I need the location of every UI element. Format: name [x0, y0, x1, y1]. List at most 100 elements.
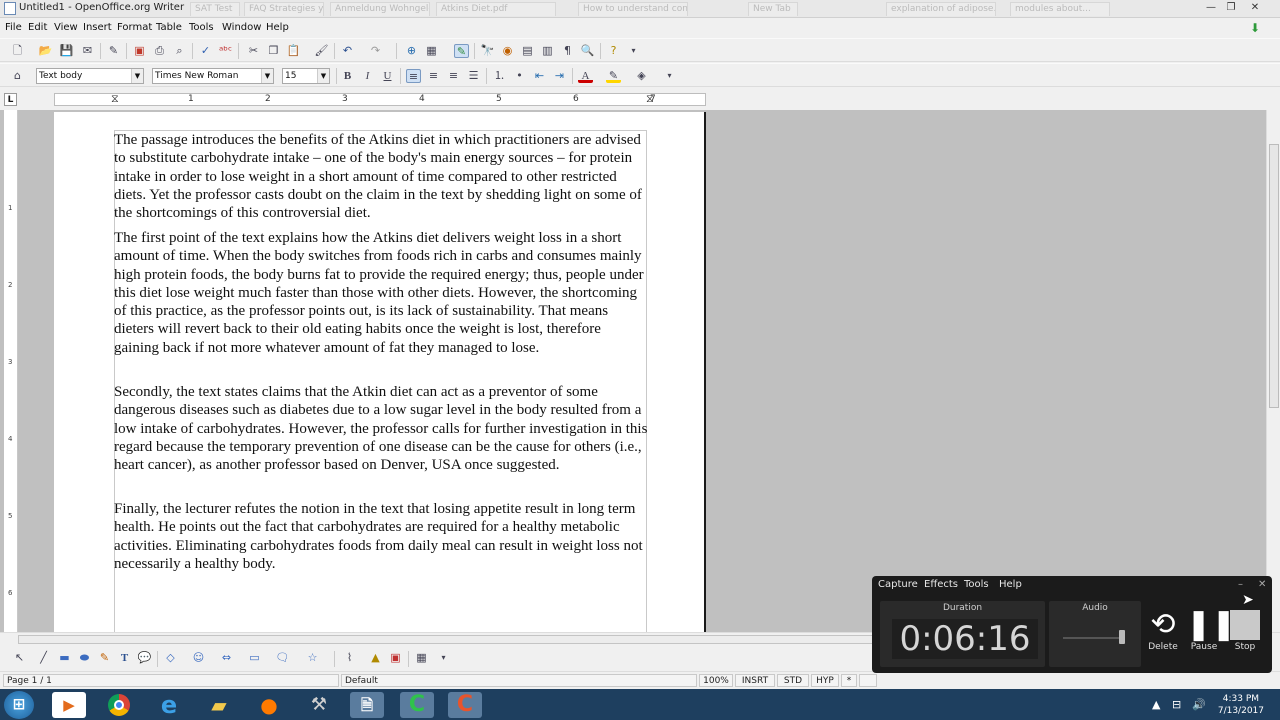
pause-button[interactable]: ❚❚ Pause [1186, 608, 1236, 653]
background-tab[interactable]: Anmeldung Wohngeld... [330, 2, 430, 16]
line-icon[interactable]: ╱ [36, 651, 51, 665]
toolbar-options-icon[interactable]: ▾ [662, 69, 677, 83]
background-tab[interactable]: New Tab [748, 2, 798, 16]
background-tab[interactable]: FAQ Strategies year in... [244, 2, 324, 16]
paragraph-1[interactable]: The passage introduces the benefits of t… [114, 131, 648, 222]
menu-tools[interactable]: Tools [189, 22, 214, 33]
hyphenation-indicator[interactable]: HYP [811, 674, 839, 687]
highlighting-icon[interactable]: ✎ [606, 69, 621, 83]
basic-shapes-icon[interactable]: ◇ [163, 651, 178, 665]
open-folder-icon[interactable]: 📂 [38, 44, 53, 58]
align-center-icon[interactable]: ≡ [426, 69, 441, 83]
autospellcheck-icon[interactable]: ᵃᵇᶜ [218, 44, 233, 58]
freeform-icon[interactable]: ✎ [97, 651, 112, 665]
toolbar-options-icon[interactable]: ▾ [436, 651, 451, 665]
background-tab[interactable]: How to understand conn... [578, 2, 688, 16]
edit-file-icon[interactable]: ✎ [106, 44, 121, 58]
document-page[interactable]: The passage introduces the benefits of t… [54, 112, 706, 634]
tools-app-icon[interactable]: ⚒ [302, 692, 336, 718]
chevron-down-icon[interactable]: ▼ [317, 69, 329, 83]
chrome-icon[interactable] [102, 692, 136, 718]
recorder-menu-help[interactable]: Help [999, 579, 1022, 590]
background-tab[interactable]: SAT Test [190, 2, 240, 16]
tray-expand-icon[interactable]: ▲ [1152, 698, 1160, 711]
recorder-close-icon[interactable]: ✕ [1258, 579, 1266, 590]
menu-edit[interactable]: Edit [28, 22, 47, 33]
increase-indent-icon[interactable]: ⇥ [552, 69, 567, 83]
restore-button[interactable]: ❐ [1220, 0, 1242, 16]
flowchart-icon[interactable]: ▭ [247, 651, 262, 665]
align-right-icon[interactable]: ≡ [446, 69, 461, 83]
start-button[interactable]: ⊞ [4, 691, 34, 719]
hyperlink-icon[interactable]: ⊕ [404, 44, 419, 58]
background-tab[interactable]: explanation of adipose... [886, 2, 996, 16]
vertical-ruler[interactable]: 1 2 3 4 5 6 [4, 110, 18, 632]
system-clock[interactable]: 4:33 PM 7/13/2017 [1218, 693, 1264, 717]
justify-icon[interactable]: ☰ [466, 69, 481, 83]
background-tab[interactable]: modules about... [1010, 2, 1110, 16]
minimize-button[interactable]: — [1200, 0, 1222, 16]
right-indent-marker[interactable]: ⧖ [646, 92, 654, 106]
copy-icon[interactable]: ❐ [266, 44, 281, 58]
bold-button[interactable]: B [340, 69, 355, 83]
close-button[interactable]: ✕ [1244, 0, 1266, 16]
volume-icon[interactable]: 🔊 [1192, 698, 1206, 711]
callouts-icon[interactable]: 🗨 [275, 651, 290, 665]
menu-view[interactable]: View [54, 22, 78, 33]
italic-button[interactable]: I [360, 69, 375, 83]
menu-file[interactable]: File [5, 22, 22, 33]
horizontal-ruler[interactable]: ⧖ 1 2 3 4 5 6 7 ⧖ [54, 92, 706, 106]
camtasia-recorder-icon[interactable]: C [400, 692, 434, 718]
selection-mode-indicator[interactable]: STD [777, 674, 809, 687]
recorder-menu-capture[interactable]: Capture [878, 579, 918, 590]
background-color-icon[interactable]: ◈ [634, 69, 649, 83]
numbering-icon[interactable]: ⒈ [492, 69, 507, 83]
background-tab[interactable]: Atkins Diet.pdf [436, 2, 556, 16]
text-icon[interactable]: T [117, 651, 132, 665]
from-file-icon[interactable]: ▣ [388, 651, 403, 665]
block-arrows-icon[interactable]: ⇔ [219, 651, 234, 665]
underline-button[interactable]: U [380, 69, 395, 83]
redo-icon[interactable]: ↷ [368, 44, 383, 58]
data-sources-icon[interactable]: ▥ [540, 44, 555, 58]
page-preview-icon[interactable]: ⌕ [172, 44, 187, 58]
update-download-icon[interactable]: ⬇ [1250, 22, 1264, 34]
file-explorer-icon[interactable]: ▰ [202, 692, 236, 718]
decrease-indent-icon[interactable]: ⇤ [532, 69, 547, 83]
email-icon[interactable]: ✉ [80, 44, 95, 58]
menu-format[interactable]: Format [117, 22, 152, 33]
stop-button[interactable]: Stop [1227, 608, 1263, 652]
undo-icon[interactable]: ↶ [340, 44, 355, 58]
paragraph-3[interactable]: Secondly, the text states claims that th… [114, 383, 648, 474]
font-name-select[interactable]: Times New Roman ▼ [152, 68, 274, 84]
recorder-menu-effects[interactable]: Effects [924, 579, 958, 590]
firefox-icon[interactable]: ● [252, 692, 286, 718]
help-icon[interactable]: ? [606, 44, 621, 58]
menu-help[interactable]: Help [266, 22, 289, 33]
save-icon[interactable]: 💾 [59, 44, 74, 58]
zoom-icon[interactable]: 🔍 [580, 44, 595, 58]
font-color-button[interactable]: A [578, 69, 593, 83]
scrollbar-thumb[interactable] [1269, 144, 1279, 408]
writer-taskbar-icon[interactable]: 🗎 [350, 692, 384, 718]
camtasia-studio-icon[interactable]: C [448, 692, 482, 718]
menu-window[interactable]: Window [222, 22, 261, 33]
show-draw-functions-icon[interactable]: ✎ [454, 44, 469, 58]
table-icon[interactable]: ▦ [424, 44, 439, 58]
fontwork-icon[interactable]: ▲ [368, 651, 383, 665]
paragraph-2[interactable]: The first point of the text explains how… [114, 229, 648, 357]
audio-level-slider[interactable] [1119, 630, 1125, 644]
page-indicator[interactable]: Page 1 / 1 [3, 674, 339, 687]
ellipse-icon[interactable]: ⬬ [77, 651, 92, 665]
rectangle-icon[interactable]: ▬ [57, 651, 72, 665]
clone-formatting-icon[interactable]: 🖌 [314, 44, 329, 58]
navigator-icon[interactable]: ◉ [500, 44, 515, 58]
page-style-indicator[interactable]: Default [341, 674, 697, 687]
spellcheck-icon[interactable]: ✓ [198, 44, 213, 58]
recorder-menu-tools[interactable]: Tools [964, 579, 989, 590]
font-size-select[interactable]: 15 ▼ [282, 68, 330, 84]
network-icon[interactable]: ⊟ [1172, 698, 1181, 711]
cut-icon[interactable]: ✂ [246, 44, 261, 58]
extrusion-icon[interactable]: ▦ [414, 651, 429, 665]
points-icon[interactable]: ⌇ [342, 651, 357, 665]
